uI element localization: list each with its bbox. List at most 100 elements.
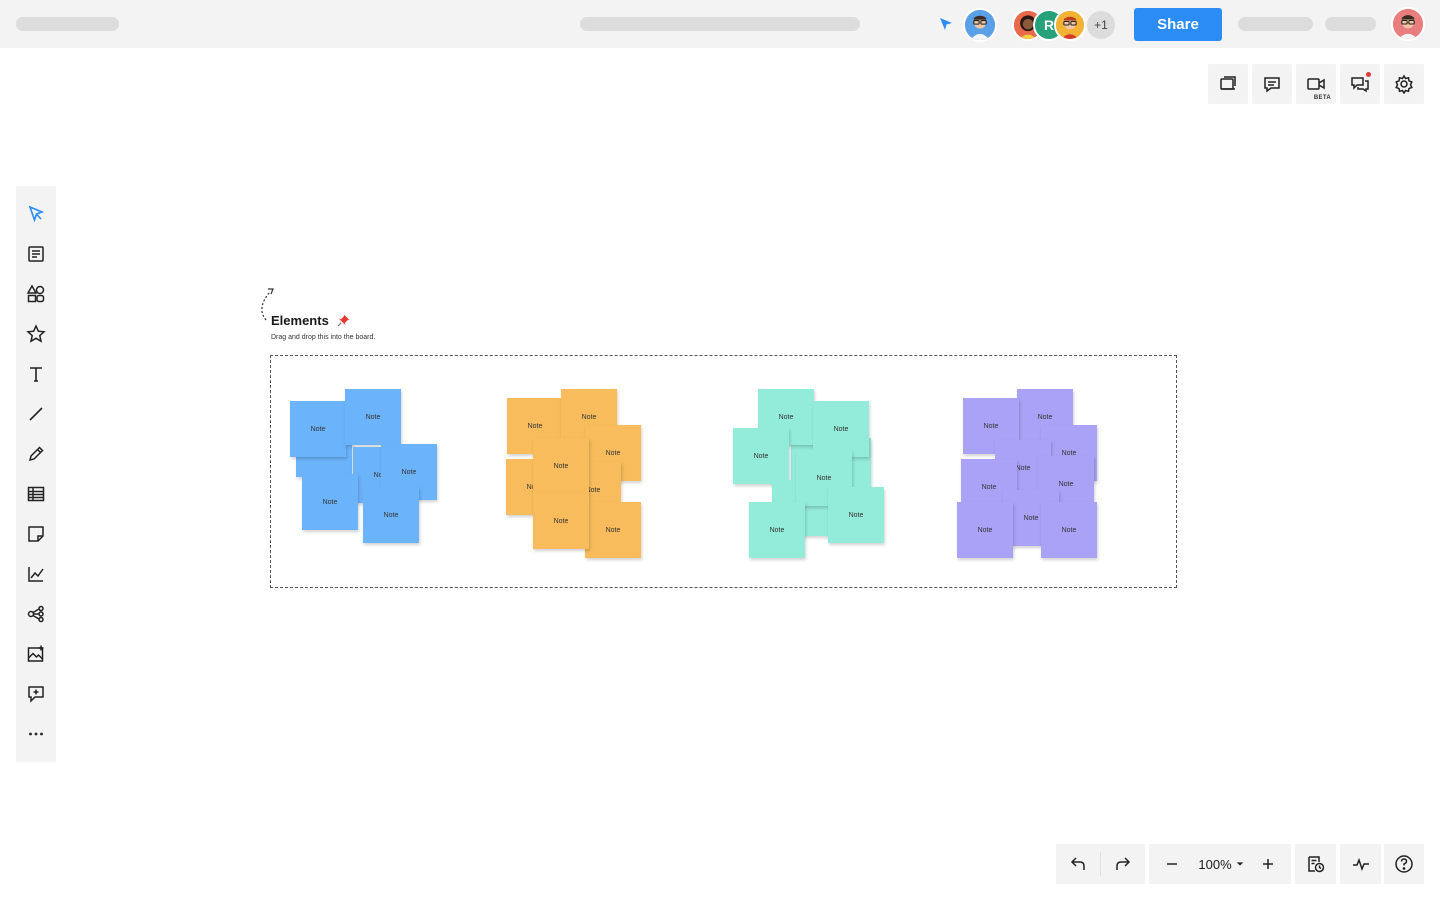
sticky-note-blue[interactable]: Note <box>302 474 358 530</box>
history-icon <box>1307 856 1324 873</box>
sticky-note-blue[interactable]: Note <box>345 389 401 445</box>
plus-icon <box>1263 859 1273 869</box>
pushpin-icon <box>337 314 350 327</box>
text-block-tool[interactable] <box>16 234 56 274</box>
menu-placeholder-2[interactable] <box>1325 17 1376 31</box>
sticky-note-teal[interactable]: Note <box>828 487 884 543</box>
line-tool[interactable] <box>16 394 56 434</box>
pointer-icon <box>28 205 45 223</box>
sticky-note-blue[interactable]: Note <box>363 487 419 543</box>
sticky-note-purple[interactable]: Note <box>957 502 1013 558</box>
note-label: Note <box>553 517 569 525</box>
shapes-tool[interactable] <box>16 274 56 314</box>
image-tool[interactable] <box>16 634 56 674</box>
sticky-note-blue[interactable]: Note <box>290 401 346 457</box>
note-label: Note <box>581 413 597 421</box>
pen-tool[interactable] <box>16 434 56 474</box>
note-label: Note <box>1015 464 1031 472</box>
note-label: Note <box>753 452 769 460</box>
more-tools[interactable] <box>16 714 56 754</box>
image-icon <box>27 645 44 662</box>
avatar-collaborator-3[interactable] <box>1054 9 1086 41</box>
mind-map-icon <box>27 605 44 623</box>
more-collaborators-count: +1 <box>1094 18 1108 32</box>
more-icon <box>29 732 43 736</box>
sticky-note-teal[interactable]: Note <box>733 428 789 484</box>
table-tool[interactable] <box>16 474 56 514</box>
settings-button[interactable] <box>1384 64 1424 104</box>
sticky-note-orange[interactable]: Note <box>533 493 589 549</box>
note-label: Note <box>983 422 999 430</box>
comments-button[interactable] <box>1252 64 1292 104</box>
activity-button[interactable] <box>1340 844 1381 884</box>
sticky-note-tool[interactable] <box>16 514 56 554</box>
help-bar <box>1384 844 1424 884</box>
note-label: Note <box>1037 413 1053 421</box>
help-button[interactable] <box>1384 844 1424 884</box>
document-icon <box>28 246 44 262</box>
zoom-out-button[interactable] <box>1149 844 1195 884</box>
board-title-placeholder[interactable] <box>580 17 860 31</box>
sticky-note-orange[interactable]: Note <box>533 438 589 494</box>
text-tool[interactable] <box>16 354 56 394</box>
note-label: Note <box>1023 514 1039 522</box>
note-label: Note <box>977 526 993 534</box>
notification-dot <box>1366 72 1371 77</box>
zoom-level-dropdown[interactable]: 100% <box>1195 844 1247 884</box>
note-label: Note <box>553 462 569 470</box>
chat-icon <box>1351 77 1369 93</box>
note-label: Note <box>1058 480 1074 488</box>
note-label: Note <box>848 511 864 519</box>
history-bar <box>1056 844 1145 884</box>
sticky-note-purple[interactable]: Note <box>1041 502 1097 558</box>
mind-map-tool[interactable] <box>16 594 56 634</box>
sticky-note-teal[interactable]: Note <box>749 502 805 558</box>
stickers-tool[interactable] <box>16 314 56 354</box>
comment-icon <box>1264 77 1280 93</box>
video-chat-button[interactable]: BETA <box>1296 64 1336 104</box>
note-label: Note <box>310 425 326 433</box>
beta-badge: BETA <box>1313 95 1331 101</box>
sticky-note-teal[interactable]: Note <box>813 401 869 457</box>
chat-button[interactable] <box>1340 64 1380 104</box>
cursor-icon[interactable] <box>938 16 954 32</box>
table-icon <box>27 486 45 502</box>
sticky-note-orange[interactable]: Note <box>585 502 641 558</box>
note-label: Note <box>365 413 381 421</box>
board-name-placeholder[interactable] <box>16 17 119 31</box>
note-label: Note <box>322 498 338 506</box>
board-history-button[interactable] <box>1295 844 1336 884</box>
frame-subtitle: Drag and drop this into the board. <box>271 334 376 341</box>
redo-button[interactable] <box>1101 844 1145 884</box>
help-icon <box>1395 855 1413 873</box>
note-label: Note <box>383 511 399 519</box>
more-collaborators-badge[interactable]: +1 <box>1085 9 1117 41</box>
avatar-initial: R <box>1043 17 1055 33</box>
note-label: Note <box>833 425 849 433</box>
zoom-in-button[interactable] <box>1245 844 1291 884</box>
frame-title[interactable]: Elements <box>271 313 329 328</box>
gear-icon <box>1395 74 1413 94</box>
zoom-bar: 100% <box>1149 844 1291 884</box>
redo-icon <box>1116 857 1131 870</box>
frames-button[interactable] <box>1208 64 1248 104</box>
menu-placeholder-1[interactable] <box>1238 17 1313 31</box>
zoom-level-value: 100% <box>1198 856 1232 872</box>
left-toolbar <box>16 186 56 762</box>
note-label: Note <box>981 483 997 491</box>
text-icon <box>30 367 42 382</box>
undo-button[interactable] <box>1056 844 1100 884</box>
account-avatar[interactable] <box>1391 7 1425 41</box>
comment-tool[interactable] <box>16 674 56 714</box>
chart-tool[interactable] <box>16 554 56 594</box>
avatar-current-user[interactable] <box>963 8 997 42</box>
note-label: Note <box>1061 526 1077 534</box>
share-button[interactable]: Share <box>1134 8 1222 41</box>
note-label: Note <box>605 449 621 457</box>
chevron-down-icon <box>1236 862 1243 866</box>
sticky-note-icon <box>28 526 44 542</box>
note-label: Note <box>605 526 621 534</box>
select-tool[interactable] <box>16 194 56 234</box>
note-label: Note <box>816 474 832 482</box>
minus-icon <box>1167 863 1177 865</box>
